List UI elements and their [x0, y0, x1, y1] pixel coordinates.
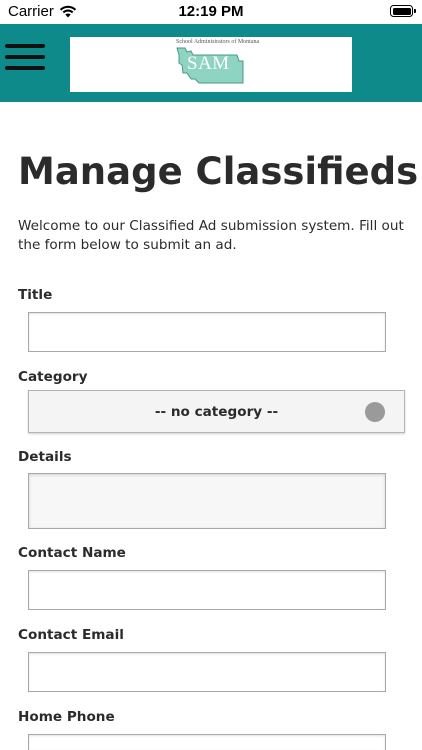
details-label: Details	[18, 449, 72, 465]
status-bar: Carrier 12:19 PM	[0, 0, 422, 24]
title-input[interactable]	[28, 312, 386, 352]
home-phone-input[interactable]	[28, 734, 386, 750]
contact-name-input[interactable]	[28, 570, 386, 610]
sam-logo: School Administrators of Montana SAM	[173, 39, 259, 89]
title-label: Title	[18, 287, 53, 303]
home-phone-label: Home Phone	[18, 709, 115, 725]
logo-caption: School Administrators of Montana	[176, 39, 260, 45]
battery-icon	[390, 5, 416, 17]
logo-abbreviation: SAM	[187, 53, 230, 74]
status-time: 12:19 PM	[178, 3, 244, 20]
contact-name-label: Contact Name	[18, 545, 126, 561]
contact-email-label: Contact Email	[18, 627, 124, 643]
contact-email-input[interactable]	[28, 652, 386, 692]
category-select[interactable]: -- no category --	[28, 390, 405, 433]
app-header: School Administrators of Montana SAM	[0, 24, 422, 102]
intro-text: Welcome to our Classified Ad submission …	[18, 218, 404, 253]
category-selected-value: -- no category --	[154, 404, 279, 420]
dropdown-knob-icon	[365, 402, 385, 422]
details-textarea[interactable]	[28, 473, 386, 529]
category-label: Category	[18, 369, 88, 385]
page-title: Manage Classifieds	[18, 150, 419, 193]
logo-banner[interactable]: School Administrators of Montana SAM	[70, 37, 352, 92]
hamburger-menu-icon[interactable]	[4, 41, 46, 74]
